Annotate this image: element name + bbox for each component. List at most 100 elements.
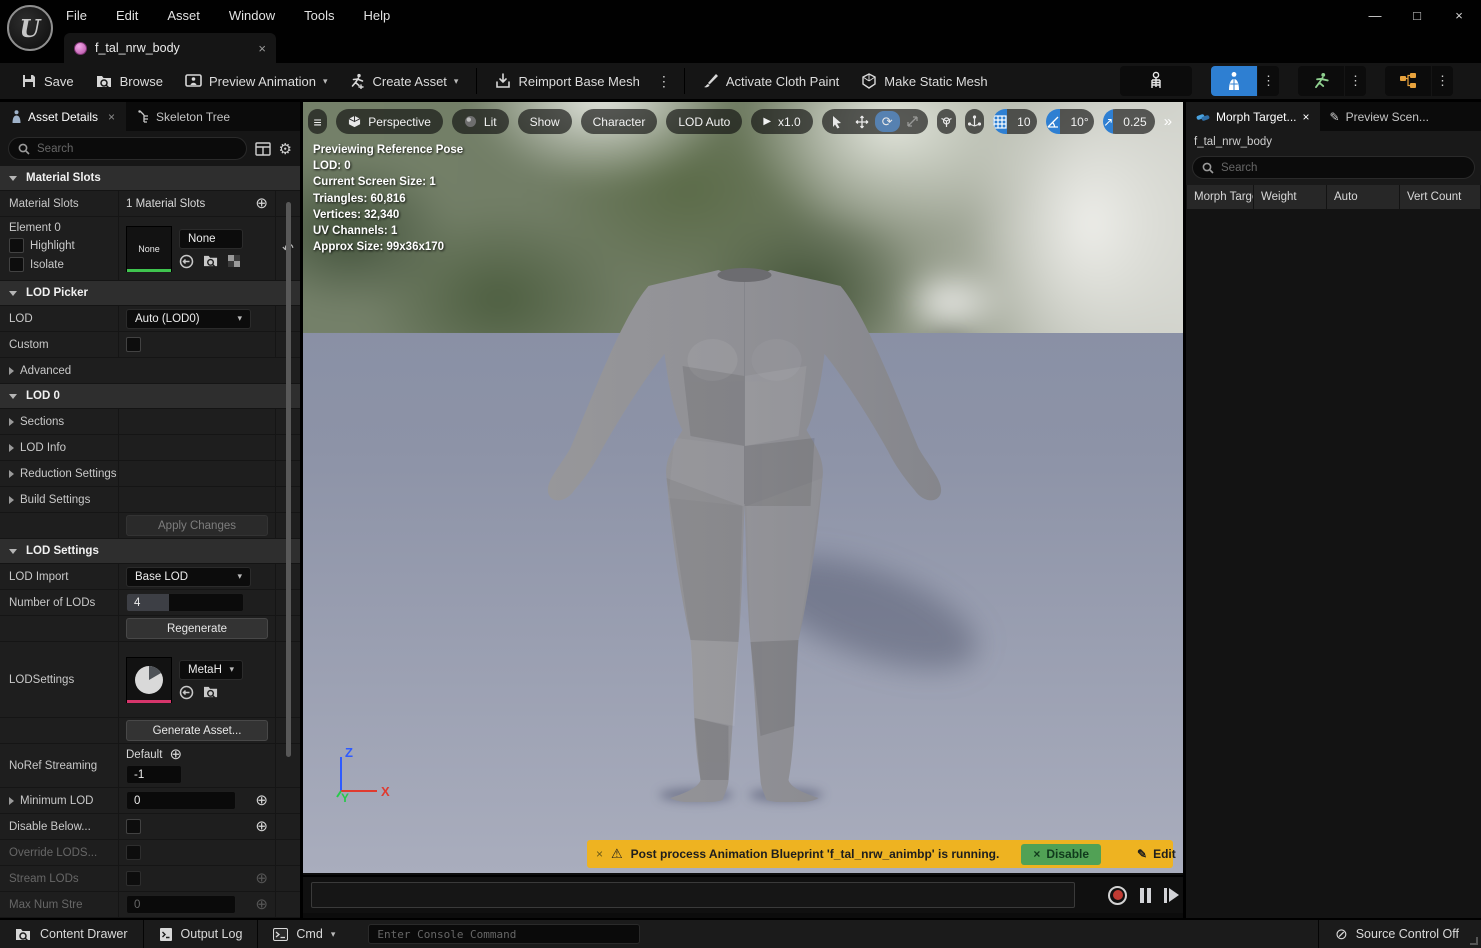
rotation-snap-control[interactable]: 10° [1046,109,1094,134]
add-per-platform-icon[interactable]: ⊕ [255,793,268,808]
lod-dropdown[interactable]: Auto (LOD0)▾ [126,309,251,329]
use-selected-asset-icon[interactable] [179,685,194,700]
playback-speed-button[interactable]: ▶x1.0 [751,109,812,134]
mesh-options-kebab-icon[interactable]: ⋮ [1258,66,1279,96]
preview-viewport[interactable]: ≡ Perspective Lit Show Character LOD Aut… [303,102,1183,873]
timeline-track[interactable] [311,882,1075,908]
expand-arrow-icon[interactable] [9,367,14,375]
close-button[interactable]: × [1451,8,1467,23]
cmd-selector[interactable]: Cmd ▾ [258,920,350,948]
tab-preview-scene-settings[interactable]: ✎ Preview Scen... [1320,102,1439,131]
expand-arrow-icon[interactable] [9,797,14,805]
menu-file[interactable]: File [66,8,87,23]
menu-edit[interactable]: Edit [116,8,138,23]
lod-import-dropdown[interactable]: Base LOD▾ [126,567,251,587]
step-forward-button[interactable] [1164,888,1179,903]
category-lod-picker[interactable]: LOD Picker [0,281,300,306]
reimport-options-kebab-icon[interactable]: ⋮ [651,73,677,90]
regenerate-button[interactable]: Regenerate [126,618,268,639]
checker-texture-icon[interactable] [228,255,240,267]
menu-asset[interactable]: Asset [167,8,200,23]
output-log-button[interactable]: Output Log [144,920,258,948]
use-selected-asset-icon[interactable] [179,254,194,269]
skeleton-shortcut-button[interactable] [1120,66,1192,96]
highlight-checkbox[interactable] [9,238,24,253]
browse-button[interactable]: Browse [85,63,174,99]
pause-button[interactable] [1140,888,1151,903]
blueprint-shortcut-button[interactable] [1385,66,1431,96]
menu-window[interactable]: Window [229,8,275,23]
maximize-button[interactable]: □ [1409,8,1425,23]
disable-button[interactable]: ×Disable [1021,844,1101,865]
category-lod0[interactable]: LOD 0 [0,384,300,409]
display-filter-icon[interactable] [255,142,271,156]
editor-tab-f-tal-nrw-body[interactable]: f_tal_nrw_body × [64,33,276,63]
menu-tools[interactable]: Tools [304,8,334,23]
mesh-shortcut-button-active[interactable] [1211,66,1257,96]
column-vert-count[interactable]: Vert Count [1400,185,1480,209]
toolbar-overflow-icon[interactable]: » [1164,113,1178,130]
morph-search-box[interactable] [1192,156,1475,179]
expand-arrow-icon[interactable] [9,496,14,504]
apply-changes-button[interactable]: Apply Changes [126,515,268,536]
preview-animation-button[interactable]: Preview Animation ▾ [174,63,338,99]
preview-mesh-body[interactable] [540,266,945,802]
reimport-base-mesh-button[interactable]: Reimport Base Mesh [484,63,650,99]
console-command-input[interactable] [377,928,631,941]
generate-asset-button[interactable]: Generate Asset... [126,720,268,741]
tab-close-icon[interactable]: × [108,110,115,124]
content-drawer-button[interactable]: Content Drawer [0,920,143,948]
select-tool-icon[interactable] [825,111,850,132]
expand-arrow-icon[interactable] [9,470,14,478]
isolate-checkbox[interactable] [9,257,24,272]
scale-snap-control[interactable]: ↗ 0.25 [1103,109,1154,134]
column-morph-target[interactable]: Morph Target [1187,185,1253,209]
show-menu-button[interactable]: Show [518,109,572,134]
noref-streaming-input[interactable]: -1 [126,765,182,784]
tab-close-icon[interactable]: × [258,41,266,56]
warning-close-icon[interactable]: × [596,847,603,861]
save-button[interactable]: Save [10,63,85,99]
edit-button[interactable]: ✎Edit [1137,847,1176,861]
translate-tool-icon[interactable] [850,111,875,132]
category-lod-settings[interactable]: LOD Settings [0,539,300,564]
minimize-button[interactable]: — [1367,8,1383,23]
disable-below-checkbox[interactable] [126,819,141,834]
tab-asset-details[interactable]: Asset Details × [0,102,126,131]
source-control-button[interactable]: ⊘ Source Control Off [1318,920,1481,948]
lit-mode-button[interactable]: Lit [452,109,509,134]
material-thumbnail[interactable]: None [126,226,172,272]
browse-to-asset-icon[interactable] [203,685,219,699]
lodsettings-thumbnail[interactable] [126,657,172,703]
column-auto[interactable]: Auto [1327,185,1399,209]
menu-help[interactable]: Help [363,8,390,23]
details-search-box[interactable] [8,137,247,160]
morph-search-input[interactable] [1221,162,1465,174]
grid-snap-control[interactable]: 10 [993,109,1037,134]
tab-skeleton-tree[interactable]: Skeleton Tree [126,102,241,131]
custom-checkbox[interactable] [126,337,141,352]
record-button[interactable] [1108,886,1127,905]
details-scrollbar[interactable] [286,202,291,757]
animation-shortcut-button[interactable] [1298,66,1344,96]
number-of-lods-spinbox[interactable]: 4 [126,593,244,612]
material-select-dropdown[interactable]: None [179,229,243,249]
scale-tool-icon[interactable] [900,111,925,132]
tab-morph-target-preview[interactable]: Morph Target... × [1186,102,1320,131]
perspective-button[interactable]: Perspective [336,109,443,134]
expand-arrow-icon[interactable] [9,418,14,426]
animation-options-kebab-icon[interactable]: ⋮ [1345,66,1366,96]
search-input[interactable] [37,143,237,155]
add-override-icon[interactable]: ⊕ [169,747,182,762]
add-per-platform-icon[interactable]: ⊕ [255,819,268,834]
console-command-box[interactable] [368,924,640,944]
unreal-logo-icon[interactable]: U [7,5,53,51]
expand-arrow-icon[interactable] [9,444,14,452]
lodsettings-asset-dropdown[interactable]: MetaH▾ [179,660,243,680]
rotate-tool-icon[interactable]: ⟳ [875,111,900,132]
activate-cloth-paint-button[interactable]: Activate Cloth Paint [692,63,850,99]
local-gizmo-button[interactable] [965,109,984,134]
browse-to-asset-icon[interactable] [203,254,219,268]
row-advanced[interactable]: Advanced [0,358,300,384]
add-material-slot-icon[interactable]: ⊕ [255,196,268,211]
